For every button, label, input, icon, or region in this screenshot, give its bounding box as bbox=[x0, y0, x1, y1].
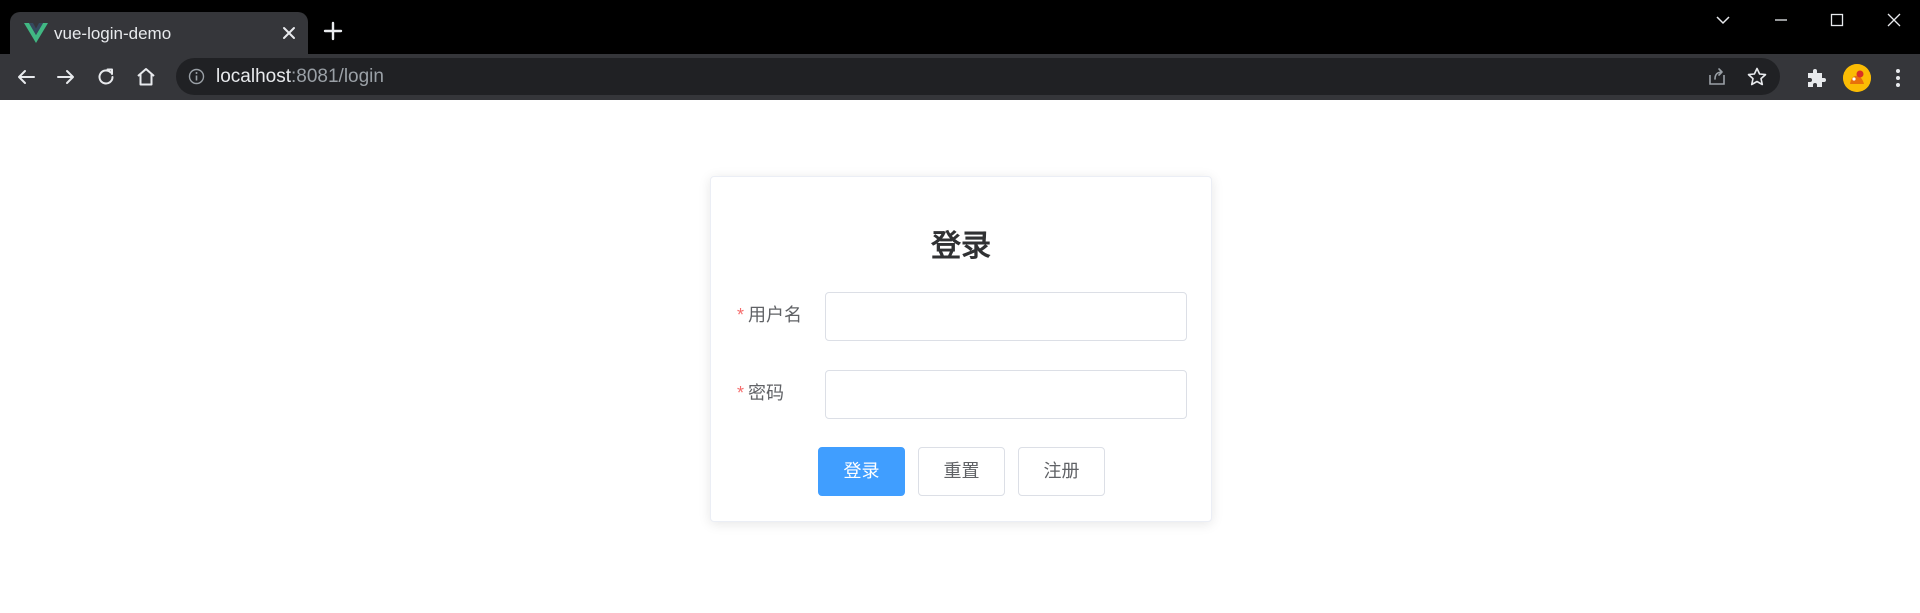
close-window-button[interactable] bbox=[1871, 8, 1917, 32]
maximize-icon bbox=[1830, 13, 1844, 27]
minimize-button[interactable] bbox=[1758, 8, 1804, 32]
url-text: localhost:8081/login bbox=[216, 65, 384, 88]
close-tab-icon[interactable] bbox=[280, 24, 298, 42]
arrow-left-icon bbox=[18, 70, 35, 84]
browser-tab-strip: vue-login-demo bbox=[0, 0, 1920, 54]
register-button[interactable]: 注册 bbox=[1018, 447, 1105, 496]
browser-tab[interactable]: vue-login-demo bbox=[10, 12, 308, 54]
bookmark-star-icon[interactable] bbox=[1746, 66, 1768, 88]
password-label: * 密码 bbox=[737, 382, 784, 404]
profile-picture-icon bbox=[1843, 64, 1871, 92]
username-input[interactable] bbox=[825, 292, 1187, 341]
username-label: * 用户名 bbox=[737, 304, 802, 326]
login-button[interactable]: 登录 bbox=[818, 447, 905, 496]
forward-button[interactable] bbox=[53, 64, 79, 90]
share-icon[interactable] bbox=[1706, 66, 1728, 88]
url-host: localhost bbox=[216, 66, 291, 87]
minimize-icon bbox=[1775, 19, 1787, 21]
required-mark: * bbox=[737, 305, 745, 325]
password-label-text: 密码 bbox=[748, 383, 785, 403]
reset-button[interactable]: 重置 bbox=[918, 447, 1005, 496]
address-bar[interactable]: localhost:8081/login bbox=[176, 58, 1780, 95]
extensions-puzzle-icon[interactable] bbox=[1804, 66, 1828, 90]
tab-title: vue-login-demo bbox=[54, 24, 172, 43]
reload-icon bbox=[98, 68, 114, 85]
required-mark: * bbox=[737, 383, 745, 403]
url-path: :8081/login bbox=[291, 66, 384, 87]
username-label-text: 用户名 bbox=[748, 305, 803, 325]
arrow-right-icon bbox=[57, 70, 74, 84]
browser-toolbar: localhost:8081/login bbox=[0, 54, 1920, 100]
chevron-down-icon bbox=[1716, 16, 1730, 25]
password-input[interactable] bbox=[825, 370, 1187, 419]
close-icon bbox=[1887, 13, 1901, 27]
home-button[interactable] bbox=[133, 64, 159, 90]
tab-search-button[interactable] bbox=[1700, 8, 1746, 32]
maximize-button[interactable] bbox=[1814, 8, 1860, 32]
menu-kebab-icon[interactable] bbox=[1886, 66, 1910, 90]
login-card: 登录 * 用户名 * 密码 登录 重置 注册 bbox=[710, 176, 1212, 522]
info-icon[interactable] bbox=[188, 68, 205, 85]
page-viewport: 登录 * 用户名 * 密码 登录 重置 注册 bbox=[0, 100, 1920, 613]
profile-avatar[interactable] bbox=[1843, 64, 1871, 92]
new-tab-icon[interactable] bbox=[322, 20, 344, 42]
login-title: 登录 bbox=[931, 230, 991, 263]
home-icon bbox=[137, 68, 155, 86]
vue-logo-icon bbox=[24, 23, 48, 43]
reload-button[interactable] bbox=[93, 64, 119, 90]
back-button[interactable] bbox=[13, 64, 39, 90]
